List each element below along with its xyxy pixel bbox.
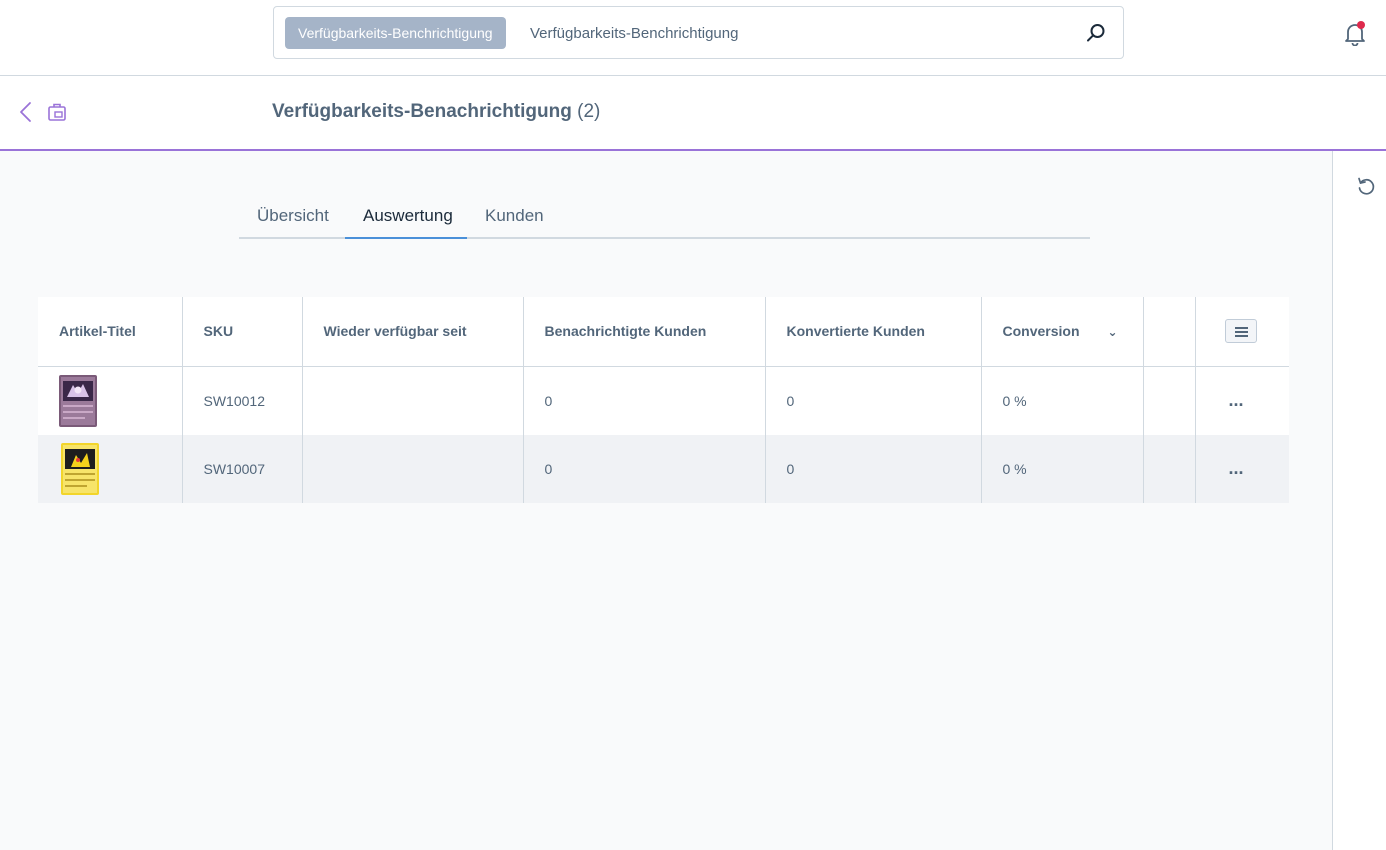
- row-actions-cell: ...: [1194, 434, 1289, 503]
- page-header: Verfügbarkeits-Benachrichtigung (2): [0, 76, 1386, 151]
- column-header-converted[interactable]: Konvertierte Kunden: [764, 297, 981, 367]
- table-row[interactable]: SW10012 0 0 0 % ...: [38, 366, 1289, 435]
- chevron-down-icon[interactable]: ⌄: [1108, 325, 1118, 339]
- notified-cell: 0: [522, 366, 765, 435]
- page-title-count: (2): [577, 101, 601, 122]
- row-actions-cell: ...: [1194, 366, 1289, 435]
- tab-kunden[interactable]: Kunden: [467, 193, 562, 239]
- tab-bar: Übersicht Auswertung Kunden: [239, 193, 1090, 239]
- column-settings-cell: [1194, 297, 1289, 367]
- empty-cell: [1142, 434, 1195, 503]
- global-search[interactable]: Verfügbarkeits-Benchrichtigung: [273, 6, 1124, 59]
- chevron-left-icon[interactable]: [16, 101, 36, 123]
- more-actions-icon[interactable]: ...: [1229, 390, 1244, 410]
- more-actions-icon[interactable]: ...: [1229, 458, 1244, 478]
- page-title-text: Verfügbarkeits-Benachrichtigung: [272, 101, 572, 122]
- conversion-cell: 0 %: [980, 434, 1143, 503]
- right-sidebar: [1332, 151, 1386, 850]
- table-header-row: Artikel-Titel SKU Wieder verfügbar seit …: [38, 297, 1289, 367]
- available-since-cell: [301, 434, 523, 503]
- column-header-available-since[interactable]: Wieder verfügbar seit: [301, 297, 523, 367]
- notified-cell: 0: [522, 434, 765, 503]
- product-image-cell: [38, 366, 182, 435]
- search-input[interactable]: [519, 17, 1059, 49]
- available-since-cell: [301, 366, 523, 435]
- column-header-conversion[interactable]: Conversion ⌄: [980, 297, 1143, 367]
- tab-uebersicht[interactable]: Übersicht: [239, 193, 347, 239]
- sku-cell: SW10007: [181, 434, 302, 503]
- sku-cell: SW10012: [181, 366, 302, 435]
- column-settings-icon[interactable]: [1224, 319, 1257, 344]
- briefcase-icon[interactable]: [46, 101, 68, 123]
- search-filter-chip[interactable]: Verfügbarkeits-Benchrichtigung: [285, 17, 506, 49]
- search-icon[interactable]: [1085, 22, 1107, 44]
- column-header-empty: [1142, 297, 1195, 367]
- evaluation-table: Artikel-Titel SKU Wieder verfügbar seit …: [38, 297, 1289, 503]
- refresh-icon[interactable]: [1355, 175, 1377, 197]
- converted-cell: 0: [764, 434, 981, 503]
- notification-dot: [1357, 21, 1365, 29]
- column-header-conversion-label: Conversion: [1002, 323, 1080, 340]
- page-title: Verfügbarkeits-Benachrichtigung (2): [272, 101, 600, 123]
- product-thumbnail[interactable]: [61, 442, 99, 495]
- tab-auswertung[interactable]: Auswertung: [345, 193, 467, 239]
- column-header-notified[interactable]: Benachrichtigte Kunden: [522, 297, 765, 367]
- product-image-cell: [38, 435, 182, 504]
- product-thumbnail[interactable]: [59, 374, 97, 427]
- converted-cell: 0: [764, 366, 981, 435]
- conversion-cell: 0 %: [980, 366, 1143, 435]
- top-bar: Verfügbarkeits-Benchrichtigung: [0, 0, 1386, 76]
- column-header-sku[interactable]: SKU: [181, 297, 302, 367]
- column-header-title[interactable]: Artikel-Titel: [38, 297, 182, 367]
- empty-cell: [1142, 366, 1195, 435]
- table-row[interactable]: SW10007 0 0 0 % ...: [38, 434, 1289, 504]
